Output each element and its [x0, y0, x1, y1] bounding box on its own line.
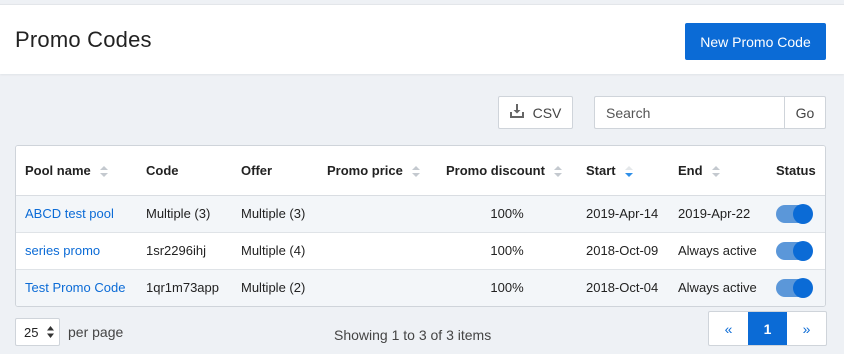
promo-discount-cell: 100%	[490, 243, 524, 258]
sort-icon	[99, 165, 108, 177]
start-cell: 2018-Oct-09	[586, 243, 659, 258]
sort-icon	[411, 165, 420, 177]
code-cell: 1qr1m73app	[146, 280, 219, 296]
table-row: series promo 1sr2296ihj Multiple (4) 100…	[16, 232, 825, 269]
column-header-code: Code	[137, 146, 232, 196]
search-input[interactable]	[594, 96, 784, 129]
offer-cell: Multiple (3)	[241, 206, 306, 221]
code-cell: Multiple (3)	[146, 206, 211, 221]
column-header-start[interactable]: Start	[577, 146, 669, 196]
sort-icon	[711, 165, 720, 177]
page-header: Promo Codes New Promo Code	[0, 4, 844, 74]
table-header-row: Pool name Code Offer Promo price Promo d…	[16, 146, 825, 196]
download-icon	[509, 104, 524, 121]
toggle-knob	[793, 240, 813, 261]
new-promo-code-button[interactable]: New Promo Code	[685, 23, 826, 60]
promo-discount-cell: 100%	[490, 280, 524, 296]
csv-export-button[interactable]: CSV	[498, 96, 573, 129]
toggle-knob	[793, 277, 813, 298]
sort-descending-icon	[624, 165, 633, 177]
column-header-promo-discount[interactable]: Promo discount	[437, 146, 577, 196]
end-cell: 2019-Apr-22	[678, 206, 751, 221]
table-row: Test Promo Code 1qr1m73app Multiple (2) …	[16, 269, 825, 306]
status-toggle[interactable]	[776, 240, 813, 261]
per-page-select[interactable]: 25	[15, 318, 60, 346]
column-header-end[interactable]: End	[669, 146, 767, 196]
promo-price-cell	[318, 232, 437, 269]
pool-name-link[interactable]: Test Promo Code	[25, 280, 125, 295]
toggle-knob	[793, 203, 813, 224]
column-header-promo-price[interactable]: Promo price	[318, 146, 437, 196]
code-cell: 1sr2296ihj	[146, 243, 206, 258]
go-button[interactable]: Go	[784, 96, 826, 129]
promo-codes-table: Pool name Code Offer Promo price Promo d…	[15, 145, 826, 307]
promo-price-cell	[318, 269, 437, 306]
end-cell: Always active	[678, 243, 757, 258]
offer-cell: Multiple (2)	[241, 280, 306, 296]
page-1-button[interactable]: 1	[748, 312, 787, 345]
column-header-pool-name[interactable]: Pool name	[16, 146, 137, 196]
per-page-value: 25	[24, 324, 39, 340]
column-header-status: Status	[767, 146, 825, 196]
promo-price-cell	[318, 195, 437, 232]
per-page-label: per page	[68, 324, 124, 340]
pagination: « 1 »	[708, 311, 827, 346]
pagination-summary: Showing 1 to 3 of 3 items	[334, 327, 492, 343]
status-toggle[interactable]	[776, 203, 813, 224]
end-cell: Always active	[678, 280, 757, 296]
start-cell: 2018-Oct-04	[586, 280, 659, 296]
search-bar: Go	[594, 96, 826, 129]
status-toggle[interactable]	[776, 277, 813, 298]
column-header-offer: Offer	[232, 146, 318, 196]
select-arrows-icon	[47, 326, 54, 341]
pool-name-link[interactable]: series promo	[25, 243, 100, 258]
page-title: Promo Codes	[15, 27, 152, 52]
pool-name-link[interactable]: ABCD test pool	[25, 206, 114, 221]
promo-discount-cell: 100%	[490, 206, 524, 221]
sort-icon	[553, 165, 562, 177]
prev-page-button[interactable]: «	[709, 312, 748, 345]
table-row: ABCD test pool Multiple (3) Multiple (3)…	[16, 195, 825, 232]
start-cell: 2019-Apr-14	[586, 206, 659, 221]
offer-cell: Multiple (4)	[241, 243, 306, 258]
csv-label: CSV	[532, 104, 562, 121]
next-page-button[interactable]: »	[787, 312, 826, 345]
